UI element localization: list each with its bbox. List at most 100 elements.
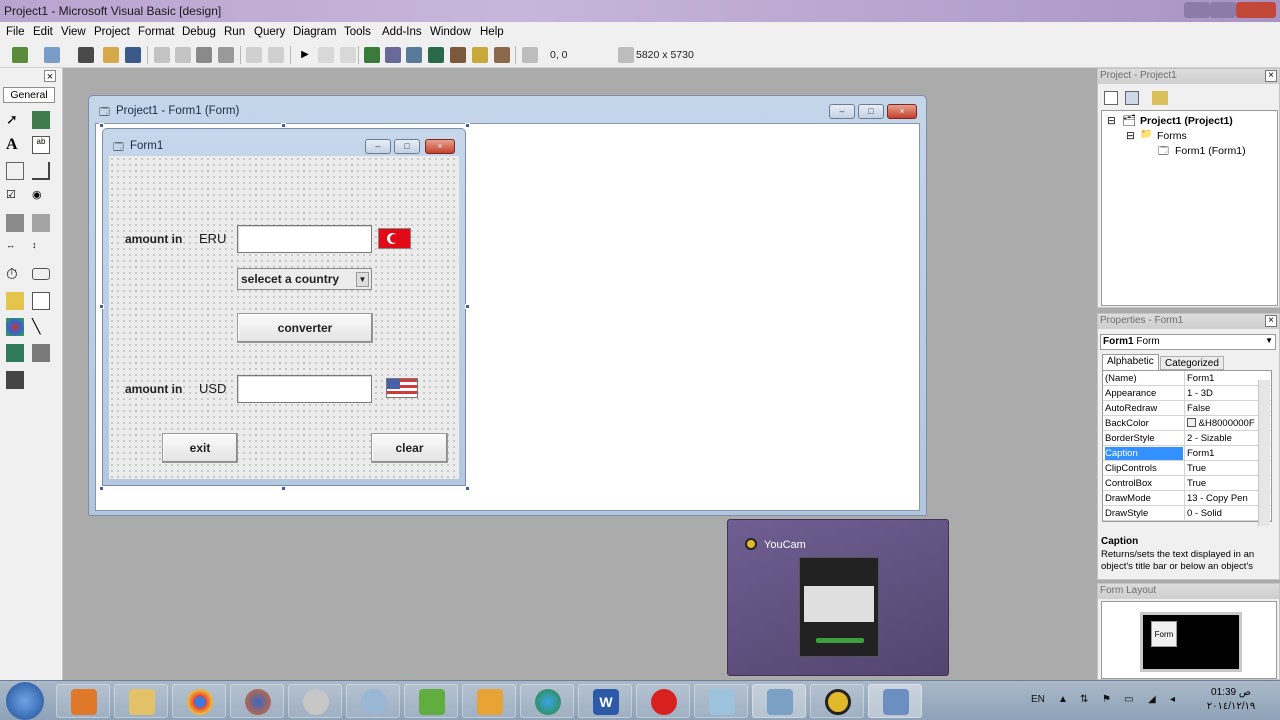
property-row[interactable]: (Name) Form1 xyxy=(1103,371,1271,386)
line-icon[interactable]: ╲ xyxy=(32,318,50,336)
property-row[interactable]: DrawStyle 0 - Solid xyxy=(1103,506,1271,521)
converter-button[interactable]: converter xyxy=(237,313,373,343)
menu-file[interactable]: File xyxy=(6,26,25,38)
break-icon[interactable] xyxy=(318,47,334,63)
clear-button[interactable]: clear xyxy=(371,433,448,463)
textbox-icon[interactable]: ab xyxy=(32,136,50,154)
property-row[interactable]: ClipControls True xyxy=(1103,461,1271,476)
menu-view[interactable]: View xyxy=(61,26,86,38)
designer-minimize-button[interactable]: – xyxy=(829,104,855,119)
project-pane-close-button[interactable]: × xyxy=(1265,70,1277,82)
property-row[interactable]: Appearance 1 - 3D xyxy=(1103,386,1271,401)
tree-expand-icon[interactable]: ⊟ xyxy=(1107,115,1116,127)
resize-handle[interactable] xyxy=(465,486,470,491)
find-icon[interactable] xyxy=(218,47,234,63)
start-icon[interactable]: ▶ xyxy=(297,47,313,63)
open-project-icon[interactable] xyxy=(103,47,119,63)
minimize-button[interactable] xyxy=(1184,2,1210,18)
menu-add-ins[interactable]: Add-Ins xyxy=(382,26,422,38)
resize-handle[interactable] xyxy=(99,123,104,128)
toolbox-close-button[interactable]: × xyxy=(44,70,56,83)
redo-icon[interactable] xyxy=(268,47,284,63)
tree-root[interactable]: Project1 (Project1) xyxy=(1140,115,1233,127)
network-icon[interactable]: ⇅ xyxy=(1080,694,1092,706)
taskbar-youcam[interactable] xyxy=(810,684,864,718)
frame-icon[interactable] xyxy=(6,162,24,180)
tree-expand-icon[interactable]: ⊟ xyxy=(1126,130,1135,142)
tree-folder-forms[interactable]: Forms xyxy=(1157,130,1187,142)
taskbar-utorrent[interactable] xyxy=(404,684,458,718)
drivelistbox-icon[interactable] xyxy=(32,268,50,280)
toolbox-icon[interactable] xyxy=(450,47,466,63)
signal-icon[interactable]: ◢ xyxy=(1148,694,1160,706)
chevron-down-icon[interactable]: ▼ xyxy=(356,272,369,287)
ole-icon[interactable] xyxy=(6,371,24,389)
property-row[interactable]: DrawMode 13 - Copy Pen xyxy=(1103,491,1271,506)
add-project-icon[interactable] xyxy=(12,47,28,63)
volume-icon[interactable]: ◂ xyxy=(1170,694,1182,706)
taskbar-app13[interactable] xyxy=(752,684,806,718)
properties-pane-close-button[interactable]: × xyxy=(1265,315,1277,327)
toolbox-tab-general[interactable]: General xyxy=(3,87,55,103)
toggle-folders-icon[interactable] xyxy=(1152,91,1168,105)
amount-usd-input[interactable] xyxy=(237,375,372,403)
shape-icon[interactable] xyxy=(6,318,24,336)
taskbar-word[interactable]: W xyxy=(578,684,632,718)
menu-diagram[interactable]: Diagram xyxy=(293,26,336,38)
youcam-popup[interactable]: YouCam xyxy=(727,519,949,676)
view-code-icon[interactable] xyxy=(1104,91,1118,105)
add-form-icon[interactable] xyxy=(44,47,60,63)
chevron-down-icon[interactable]: ▼ xyxy=(1265,336,1273,345)
menu-editor-icon[interactable] xyxy=(78,47,94,63)
chevron-up-icon[interactable]: ▲ xyxy=(1058,694,1070,706)
component-manager-icon[interactable] xyxy=(494,47,510,63)
optionbutton-icon[interactable]: ◉ xyxy=(32,188,50,206)
amount-eru-input[interactable] xyxy=(237,225,372,253)
taskbar-outlook[interactable] xyxy=(462,684,516,718)
pointer-icon[interactable]: ➚ xyxy=(6,111,24,129)
taskbar-chrome[interactable] xyxy=(172,684,226,718)
battery-icon[interactable]: ▭ xyxy=(1124,694,1136,706)
paste-icon[interactable] xyxy=(196,47,212,63)
resize-handle[interactable] xyxy=(281,486,286,491)
picturebox-icon[interactable] xyxy=(32,111,50,129)
menu-window[interactable]: Window xyxy=(430,26,471,38)
property-row[interactable]: ControlBox True xyxy=(1103,476,1271,491)
form1-maximize-button[interactable]: □ xyxy=(394,139,420,154)
menu-edit[interactable]: Edit xyxy=(33,26,53,38)
flag-icon[interactable]: ⚑ xyxy=(1102,694,1114,706)
taskbar-opera[interactable] xyxy=(636,684,690,718)
exit-button[interactable]: exit xyxy=(162,433,238,463)
form1-close-button[interactable]: × xyxy=(425,139,455,154)
menu-format[interactable]: Format xyxy=(138,26,174,38)
tab-alphabetic[interactable]: Alphabetic xyxy=(1102,354,1159,370)
start-button[interactable] xyxy=(6,682,44,720)
resize-handle[interactable] xyxy=(465,304,470,309)
label-icon[interactable]: A xyxy=(6,136,24,154)
resize-handle[interactable] xyxy=(465,123,470,128)
vscrollbar-icon[interactable]: ↕ xyxy=(32,240,50,258)
data-view-icon[interactable] xyxy=(472,47,488,63)
view-object-icon[interactable] xyxy=(1125,91,1139,105)
form1-minimize-button[interactable]: – xyxy=(365,139,391,154)
save-project-icon[interactable] xyxy=(125,47,141,63)
checkbox-icon[interactable]: ☑ xyxy=(6,188,24,206)
timer-icon[interactable]: ⏱ xyxy=(6,266,24,284)
menu-debug[interactable]: Debug xyxy=(182,26,216,38)
taskbar-visual-basic[interactable] xyxy=(868,684,922,718)
undo-icon[interactable] xyxy=(246,47,262,63)
project-explorer-icon[interactable] xyxy=(364,47,380,63)
commandbutton-icon[interactable] xyxy=(32,162,50,180)
object-browser-icon[interactable] xyxy=(428,47,444,63)
dirlistbox-icon[interactable] xyxy=(6,292,24,310)
tab-categorized[interactable]: Categorized xyxy=(1160,356,1224,370)
end-icon[interactable] xyxy=(340,47,356,63)
taskbar-explorer[interactable] xyxy=(114,684,168,718)
resize-handle[interactable] xyxy=(99,486,104,491)
copy-icon[interactable] xyxy=(175,47,191,63)
menu-project[interactable]: Project xyxy=(94,26,130,38)
combobox-icon[interactable] xyxy=(6,214,24,232)
property-row[interactable]: BackColor &H8000000F xyxy=(1103,416,1271,431)
designer-close-button[interactable]: × xyxy=(887,104,917,119)
taskbar-media-player[interactable] xyxy=(56,684,110,718)
